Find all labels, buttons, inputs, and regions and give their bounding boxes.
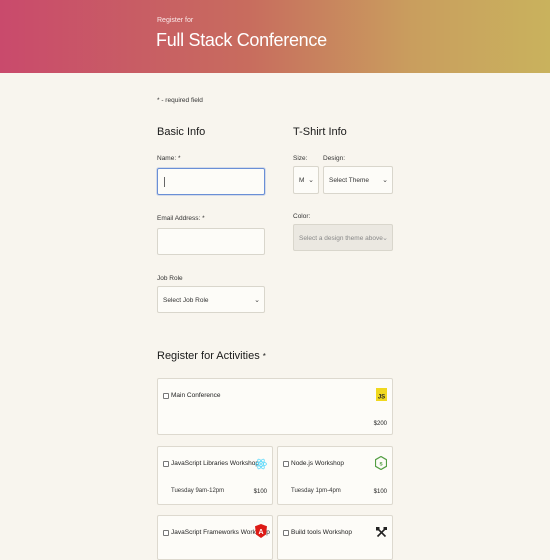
- activity-checkbox[interactable]: [163, 530, 169, 536]
- required-marker: *: [262, 352, 266, 361]
- chevron-down-icon: ⌄: [382, 177, 388, 184]
- activity-name: Node.js Workshop: [291, 460, 344, 467]
- angular-icon: A: [255, 524, 267, 543]
- javascript-icon: JS: [376, 388, 387, 406]
- activity-checkbox[interactable]: [283, 530, 289, 536]
- job-role-label: Job Role: [157, 275, 183, 282]
- header-subtitle: Register for: [157, 17, 194, 24]
- required-field-note: * - required field: [157, 97, 203, 104]
- job-role-select[interactable]: Select Job Role ⌄: [157, 286, 265, 313]
- color-selected: Select a design theme above: [299, 235, 383, 242]
- size-label: Size:: [293, 155, 308, 162]
- activity-name: Main Conference: [171, 392, 221, 399]
- activity-name: Build tools Workshop: [291, 529, 352, 536]
- color-select[interactable]: Select a design theme above ⌄: [293, 224, 393, 251]
- chevron-down-icon: ⌄: [382, 235, 388, 242]
- activity-checkbox[interactable]: [283, 461, 289, 467]
- activity-price: $100: [253, 489, 267, 495]
- chevron-down-icon: ⌄: [254, 297, 260, 304]
- nodejs-icon: s: [374, 455, 388, 475]
- activity-card-build-tools[interactable]: Build tools Workshop: [277, 515, 393, 560]
- design-selected: Select Theme: [329, 177, 369, 184]
- activities-heading: Register for Activities *: [157, 350, 266, 362]
- activity-card-nodejs[interactable]: Node.js Workshop s Tuesday 1pm-4pm $100: [277, 446, 393, 505]
- chevron-down-icon: ⌄: [308, 177, 314, 184]
- page-title: Full Stack Conference: [156, 30, 327, 50]
- svg-text:A: A: [258, 529, 263, 536]
- size-select[interactable]: M ⌄: [293, 166, 319, 194]
- activity-time: Tuesday 9am-12pm: [171, 488, 225, 494]
- name-field[interactable]: [157, 168, 265, 195]
- activity-checkbox[interactable]: [163, 461, 169, 467]
- activity-card-js-libraries[interactable]: JavaScript Libraries Workshop Tuesday 9a…: [157, 446, 273, 505]
- tools-icon: [376, 525, 387, 543]
- color-label: Color:: [293, 213, 311, 220]
- activity-card-main-conference[interactable]: Main Conference JS $200: [157, 378, 393, 435]
- activity-name: JavaScript Libraries Workshop: [171, 460, 260, 467]
- email-label: Email Address: *: [157, 215, 205, 222]
- activity-checkbox[interactable]: [163, 393, 169, 399]
- activities-heading-text: Register for Activities: [157, 350, 260, 362]
- svg-text:s: s: [379, 462, 383, 468]
- activity-time: Tuesday 1pm-4pm: [291, 488, 341, 494]
- activity-card-js-frameworks[interactable]: JavaScript Frameworks Workshop A: [157, 515, 273, 560]
- design-label: Design:: [323, 155, 346, 162]
- svg-text:JS: JS: [378, 395, 385, 401]
- job-role-selected: Select Job Role: [163, 297, 209, 304]
- name-label: Name: *: [157, 155, 181, 162]
- tshirt-info-heading: T-Shirt Info: [293, 126, 347, 138]
- basic-info-heading: Basic Info: [157, 126, 206, 138]
- text-caret: [164, 177, 165, 187]
- size-selected: M: [299, 177, 305, 184]
- design-select[interactable]: Select Theme ⌄: [323, 166, 393, 194]
- react-icon: [255, 457, 267, 475]
- page-header: Register for Full Stack Conference: [0, 0, 550, 73]
- activity-price: $200: [373, 421, 387, 427]
- activity-price: $100: [373, 489, 387, 495]
- email-field[interactable]: [157, 228, 265, 255]
